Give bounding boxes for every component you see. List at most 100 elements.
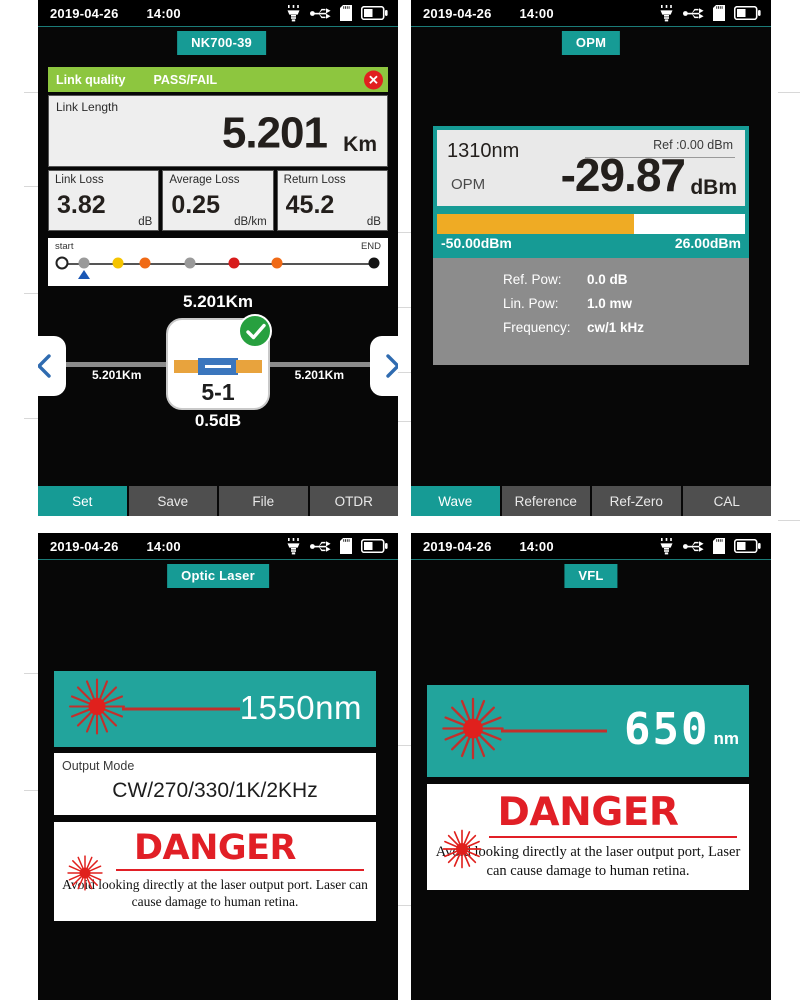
status-time: 14:00	[146, 5, 181, 21]
laser-beam	[122, 707, 240, 711]
toolbar-otdr: Set Save File OTDR	[38, 486, 398, 516]
status-date: 2019-04-26	[423, 538, 492, 554]
info-row: Ref. Pow: 0.0 dB	[433, 272, 749, 287]
metric-value: 3.82	[57, 191, 106, 219]
metric-label: Return Loss	[283, 174, 346, 186]
vfl-wavelength-digits: 650	[624, 704, 710, 756]
status-time: 14:00	[519, 538, 554, 554]
screen-title-vfl: VFL	[564, 564, 618, 588]
sd-card-icon	[340, 538, 352, 554]
danger-text: Avoid looking directly at the laser outp…	[62, 877, 368, 910]
laser-wavelength: 1550nm	[239, 689, 362, 727]
track-event-marker[interactable]	[112, 257, 124, 269]
opm-gauge-min: -50.00dBm	[441, 235, 512, 251]
reg-mark	[24, 293, 38, 294]
lamp-icon	[286, 4, 301, 22]
toolbar-opm: Wave Reference Ref-Zero CAL	[411, 486, 771, 516]
sd-card-icon	[713, 538, 725, 554]
link-quality-bar: Link quality PASS/FAIL ✕	[48, 67, 388, 92]
reg-mark	[24, 418, 38, 419]
track-start-label: start	[55, 241, 74, 252]
output-mode-value: CW/270/330/1K/2KHz	[112, 779, 318, 802]
toolbar-button-ref-zero[interactable]: Ref-Zero	[592, 486, 681, 516]
toolbar-button-otdr[interactable]: OTDR	[309, 486, 398, 516]
usb-icon	[683, 540, 704, 553]
opm-gauge-max: 26.00dBm	[674, 235, 741, 251]
toolbar-button-wave[interactable]: Wave	[411, 486, 500, 516]
link-length-card: Link Length 5.201 Km	[48, 95, 388, 167]
screen-title-otdr: NK700-39	[177, 31, 266, 55]
toolbar-button-save[interactable]: Save	[128, 486, 217, 516]
track-event-marker[interactable]	[139, 257, 151, 269]
wavelength-band[interactable]: 650 nm	[427, 685, 749, 777]
laser-burst-icon	[64, 852, 106, 899]
lamp-icon	[659, 4, 674, 22]
toolbar-button-reference[interactable]: Reference	[501, 486, 590, 516]
status-icons	[286, 4, 388, 22]
info-value: cw/1 kHz	[587, 320, 645, 335]
status-date: 2019-04-26	[50, 5, 119, 21]
status-time: 14:00	[146, 538, 181, 554]
reg-mark	[24, 673, 38, 674]
info-row: Lin. Pow: 1.0 mw	[433, 296, 749, 311]
opm-info-panel: Ref. Pow: 0.0 dB Lin. Pow: 1.0 mw Freque…	[433, 258, 749, 365]
close-icon[interactable]: ✕	[364, 70, 383, 89]
reg-mark	[398, 745, 412, 746]
device-screen-otdr: 2019-04-26 14:00 NK700-39 Link quality P…	[38, 0, 398, 516]
track-line	[62, 263, 374, 265]
laser-burst-icon	[66, 676, 128, 743]
status-bar: 2019-04-26 14:00	[38, 533, 398, 560]
otdr-body: Link quality PASS/FAIL ✕ Link Length 5.2…	[38, 59, 398, 431]
opm-mode-tag: OPM	[451, 176, 486, 193]
laser-burst-icon	[439, 695, 507, 768]
reg-mark	[398, 905, 412, 906]
metric-unit: dB	[366, 216, 381, 228]
reg-mark	[24, 790, 38, 791]
track-event-marker[interactable]	[368, 257, 380, 269]
screen-title-opm: OPM	[561, 31, 621, 55]
info-value: 0.0 dB	[587, 272, 628, 287]
info-key: Lin. Pow:	[503, 296, 559, 311]
link-quality-verdict: PASS/FAIL	[153, 72, 218, 87]
output-mode-card[interactable]: Output Mode CW/270/330/1K/2KHz	[54, 753, 376, 815]
event-card[interactable]: 5-1	[166, 314, 272, 410]
metric-unit: dB	[138, 216, 153, 228]
metric-average-loss: Average Loss 0.25 dB/km	[162, 170, 274, 231]
battery-icon	[361, 539, 388, 553]
track-event-marker[interactable]	[78, 257, 90, 269]
metric-return-loss: Return Loss 45.2 dB	[276, 170, 388, 231]
reg-mark	[778, 92, 800, 93]
device-screen-opm: 2019-04-26 14:00 OPM 1310nm OPM Ref:0.0…	[411, 0, 771, 516]
reg-mark	[24, 186, 38, 187]
reg-mark	[398, 232, 412, 233]
track-event-marker[interactable]	[55, 256, 69, 270]
usb-icon	[683, 7, 704, 20]
status-bar: 2019-04-26 14:00	[38, 0, 398, 27]
info-row: Frequency: cw/1 kHz	[433, 320, 749, 335]
link-quality-label: Link quality	[56, 72, 126, 87]
toolbar-button-file[interactable]: File	[219, 486, 308, 516]
track-event-marker[interactable]	[271, 257, 283, 269]
reg-mark	[398, 307, 412, 308]
track-end-label: END	[360, 241, 381, 252]
track-event-marker[interactable]	[184, 257, 196, 269]
status-date: 2019-04-26	[50, 538, 119, 554]
opm-gauge-fill	[437, 214, 635, 234]
reg-mark	[398, 372, 412, 373]
track-event-marker[interactable]	[228, 257, 240, 269]
prev-event-button[interactable]	[38, 336, 66, 396]
track-cursor-icon[interactable]	[77, 270, 90, 279]
metric-value: 45.2	[285, 191, 335, 219]
toolbar-button-cal[interactable]: CAL	[682, 486, 771, 516]
wavelength-band[interactable]: 1550nm	[54, 671, 376, 747]
metric-value: 0.25	[171, 191, 220, 219]
usb-icon	[310, 7, 331, 20]
danger-title: DANGER	[133, 828, 297, 868]
opm-wavelength[interactable]: 1310nm	[447, 140, 519, 163]
link-map-track[interactable]: start END	[48, 238, 388, 286]
screen-title-optic-laser: Optic Laser	[167, 564, 269, 588]
toolbar-button-set[interactable]: Set	[38, 486, 127, 516]
opm-reading-card: 1310nm OPM Ref :0.00 dBm -29.87 dBm	[433, 126, 749, 210]
total-distance: 5.201Km	[183, 292, 253, 311]
next-event-button[interactable]	[370, 336, 398, 396]
